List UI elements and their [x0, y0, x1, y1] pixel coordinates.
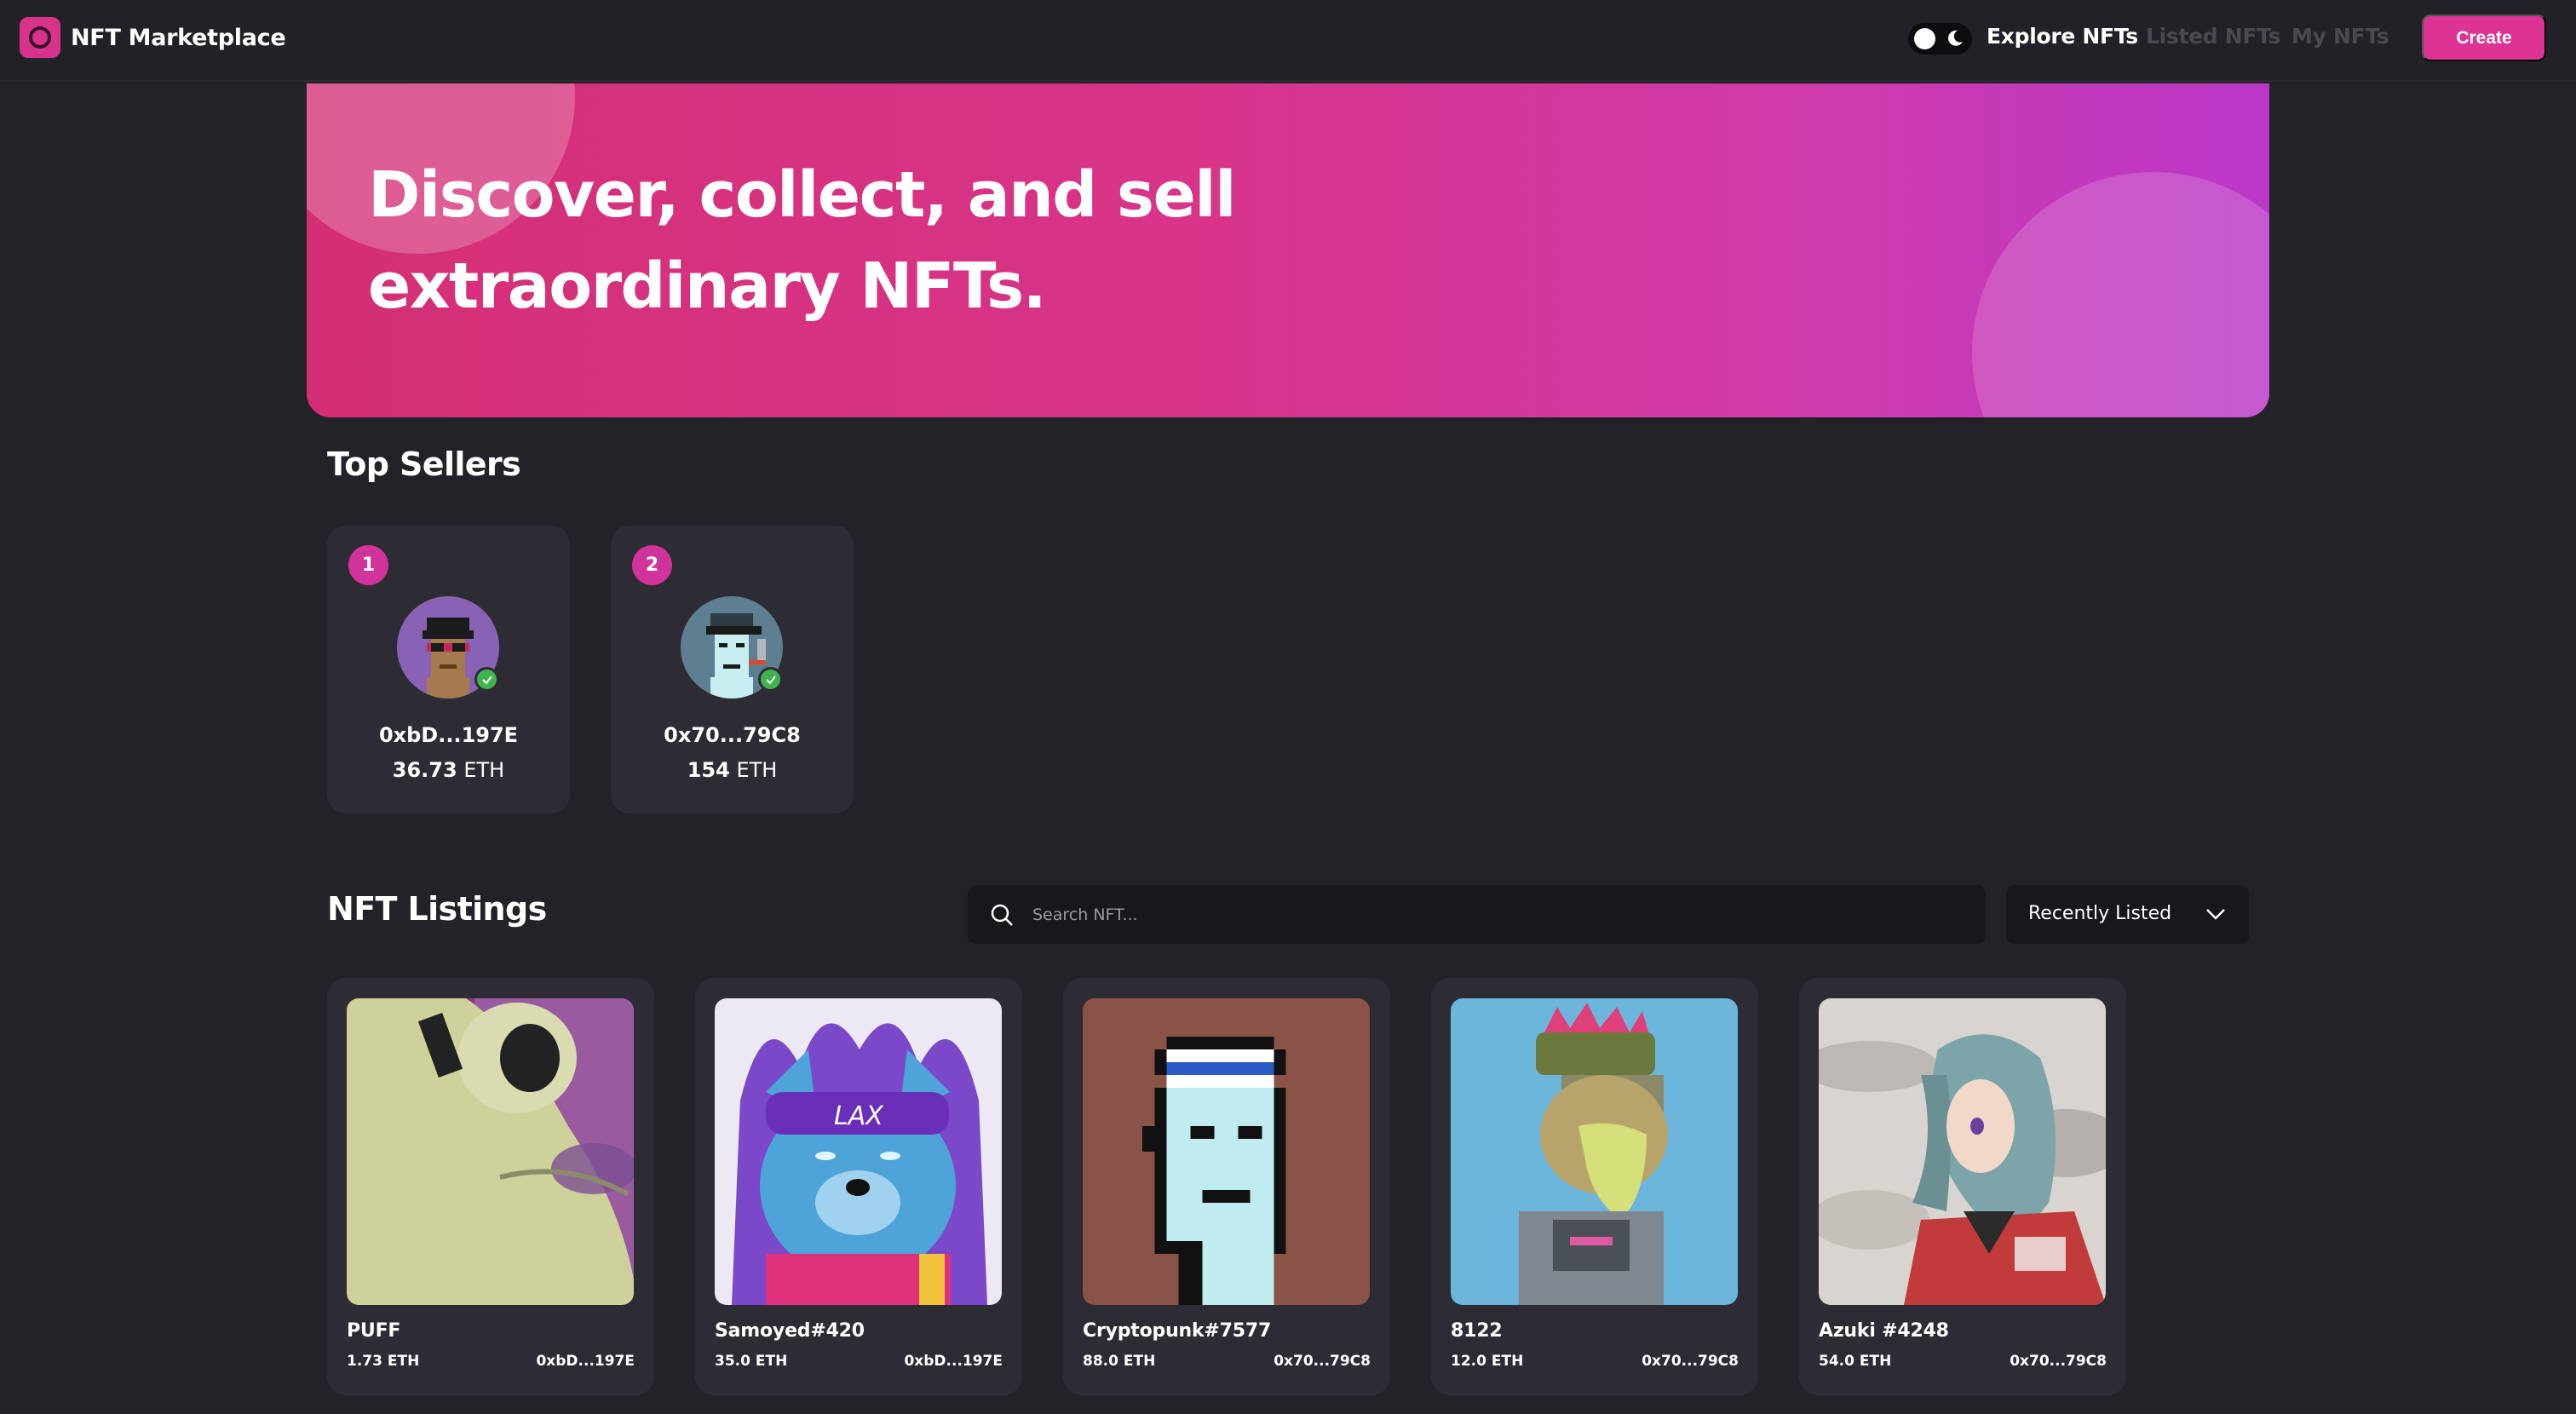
rank-badge: 1 [348, 545, 388, 585]
nft-owner: 0x70...79C8 [1642, 1353, 1739, 1370]
verified-icon [474, 667, 499, 692]
seller-address: 0xbD...197E [378, 723, 519, 747]
search-input[interactable] [1032, 885, 1969, 944]
nft-price: 35.0 ETH [715, 1353, 788, 1370]
search-bar [968, 885, 1986, 944]
nft-image [1083, 998, 1370, 1305]
nft-card[interactable]: Cryptopunk#7577 88.0 ETH 0x70...79C8 [1063, 978, 1390, 1395]
avatar [397, 596, 499, 698]
rank-badge: 2 [632, 545, 672, 585]
hero-title-line2: extraordinary NFTs. [368, 250, 1047, 323]
chevron-down-icon [2206, 909, 2225, 920]
seller-amount: 36.73 ETH [392, 758, 505, 782]
nft-price: 12.0 ETH [1451, 1353, 1524, 1370]
brand-logo-icon [20, 17, 60, 58]
nft-price: 88.0 ETH [1083, 1353, 1156, 1370]
nft-owner: 0xbD...197E [904, 1353, 1003, 1370]
nft-owner: 0xbD...197E [536, 1353, 635, 1370]
nft-image [347, 998, 634, 1305]
nft-name: Azuki #4248 [1819, 1320, 1949, 1342]
create-button[interactable]: Create [2422, 14, 2546, 61]
sort-selected-value: Recently Listed [2028, 903, 2172, 924]
nft-card[interactable]: 8122 12.0 ETH 0x70...79C8 [1431, 978, 1758, 1395]
search-icon [991, 904, 1013, 926]
nft-listings-heading: NFT Listings [327, 890, 547, 928]
nft-card[interactable]: PUFF 1.73 ETH 0xbD...197E [327, 978, 654, 1395]
hero-banner: Discover, collect, and sell extraordinar… [307, 83, 2269, 417]
top-sellers-heading: Top Sellers [327, 445, 521, 483]
hero-title: Discover, collect, and sell extraordinar… [368, 150, 1305, 332]
nft-owner: 0x70...79C8 [1274, 1353, 1371, 1370]
nft-name: Samoyed#420 [715, 1320, 865, 1342]
moon-icon [1948, 30, 1963, 46]
verified-icon [758, 667, 783, 692]
nft-price: 54.0 ETH [1819, 1353, 1892, 1370]
avatar [681, 596, 783, 698]
theme-toggle-icon [1914, 28, 1935, 49]
nft-image: LAX [715, 998, 1002, 1305]
nft-name: 8122 [1451, 1320, 1503, 1342]
nft-owner: 0x70...79C8 [2010, 1353, 2107, 1370]
hero-title-line1: Discover, collect, and sell [368, 158, 1237, 232]
svg-text:LAX: LAX [834, 1101, 884, 1131]
seller-card[interactable]: 2 0x70...79C8 154 ETH [611, 526, 854, 813]
nft-card[interactable]: LAX Samoyed#420 35.0 ETH 0xbD...197E [695, 978, 1022, 1395]
nav-listed-nfts[interactable]: Listed NFTs [2146, 24, 2281, 49]
seller-address: 0x70...79C8 [664, 723, 801, 747]
theme-toggle[interactable] [1908, 23, 1972, 55]
brand-link[interactable]: NFT Marketplace [20, 17, 286, 58]
brand-name: NFT Marketplace [71, 24, 286, 51]
nft-name: PUFF [347, 1320, 401, 1342]
seller-card[interactable]: 1 0xbD...197E 36.73 ETH [327, 526, 570, 813]
nft-image [1451, 998, 1738, 1305]
hero-decor-circle [1972, 172, 2269, 417]
nft-name: Cryptopunk#7577 [1083, 1320, 1272, 1342]
nav-explore-nfts[interactable]: Explore NFTs [1987, 24, 2138, 49]
sort-dropdown[interactable]: Recently Listed [2006, 885, 2249, 944]
navbar: NFT Marketplace Explore NFTs Listed NFTs… [0, 0, 2576, 82]
nft-price: 1.73 ETH [347, 1353, 420, 1370]
nav-my-nfts[interactable]: My NFTs [2291, 24, 2389, 49]
seller-amount: 154 ETH [687, 758, 778, 782]
nft-card[interactable]: Azuki #4248 54.0 ETH 0x70...79C8 [1799, 978, 2126, 1395]
nft-image [1819, 998, 2106, 1305]
